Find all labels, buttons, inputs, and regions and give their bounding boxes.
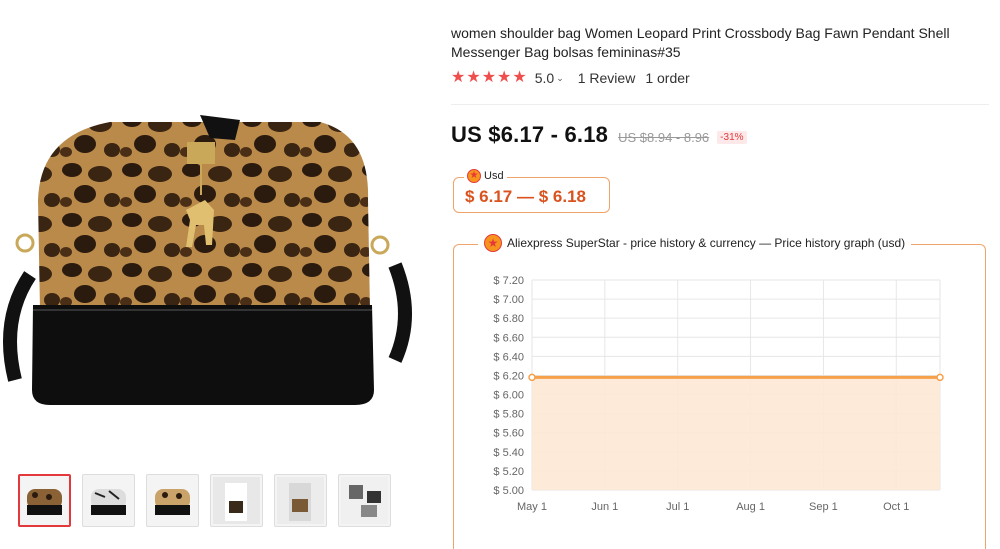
review-count-link[interactable]: 1 Review — [578, 70, 636, 86]
product-title: women shoulder bag Women Leopard Print C… — [451, 25, 950, 60]
price-point — [936, 373, 944, 382]
thumbnail-leopard-bag-2[interactable] — [146, 474, 199, 527]
thumbnail-leopard-bag[interactable] — [18, 474, 71, 527]
star-icon: ★ — [451, 69, 466, 86]
superstar-badge-icon: ★ — [467, 169, 481, 183]
y-tick-label: $ 5.60 — [493, 428, 524, 440]
price-history-panel: ★ Aliexpress SuperStar - price history &… — [453, 234, 987, 549]
thumbnail-strip — [18, 474, 391, 527]
order-count: 1 order — [645, 70, 690, 86]
currency-price-box: ★ Usd $ 6.17 — $ 6.18 — [453, 169, 610, 213]
x-tick-label: Jun 1 — [591, 501, 618, 513]
original-price: US $8.94 - 8.96 — [618, 130, 710, 145]
current-price: US $6.17 - 6.18 — [451, 122, 609, 147]
x-tick-label: Sep 1 — [809, 501, 838, 513]
star-icon: ★ — [466, 69, 481, 86]
y-tick-label: $ 5.40 — [493, 447, 524, 459]
star-icon: ★ — [497, 69, 512, 86]
currency-price-range: $ 6.17 — $ 6.18 — [465, 187, 586, 206]
y-tick-label: $ 6.20 — [493, 370, 524, 382]
y-tick-label: $ 5.20 — [493, 466, 524, 478]
price-point — [528, 373, 536, 382]
x-tick-label: Aug 1 — [736, 501, 765, 513]
star-rating: ★ ★ ★ ★ ★ — [451, 70, 527, 86]
rating-row: ★ ★ ★ ★ ★ 5.0 ⌄ 1 Review 1 order — [451, 70, 690, 87]
chevron-down-icon[interactable]: ⌄ — [556, 73, 564, 84]
leopard-bag-image — [3, 115, 412, 405]
currency-label-text: Usd — [484, 170, 504, 182]
y-tick-label: $ 6.60 — [493, 332, 524, 344]
price-history-chart[interactable]: $ 7.20 $ 7.00 $ 6.80 $ 6.60 $ 6.40 $ 6.20 $ 6.… — [454, 245, 987, 549]
y-tick-label: $ 6.40 — [493, 351, 524, 363]
thumbnail-model-bag-2[interactable] — [274, 474, 327, 527]
x-tick-label: Oct 1 — [883, 501, 909, 513]
y-tick-label: $ 5.80 — [493, 409, 524, 421]
x-tick-label: May 1 — [517, 501, 547, 513]
y-tick-label: $ 7.20 — [493, 275, 524, 287]
currency-label: ★ Usd — [464, 169, 507, 183]
y-tick-label: $ 6.80 — [493, 313, 524, 325]
y-tick-label: $ 7.00 — [493, 294, 524, 306]
rating-value[interactable]: 5.0 — [535, 70, 554, 86]
discount-badge: -31% — [717, 131, 747, 144]
thumbnail-zebra-bag[interactable] — [82, 474, 135, 527]
x-tick-label: Jul 1 — [666, 501, 689, 513]
y-tick-label: $ 5.00 — [493, 485, 524, 497]
y-tick-label: $ 6.00 — [493, 390, 524, 402]
main-product-image[interactable] — [0, 60, 430, 420]
thumbnail-model-bag-1[interactable] — [210, 474, 263, 527]
star-icon: ★ — [481, 69, 497, 86]
thumbnail-bag-variants[interactable] — [338, 474, 391, 527]
star-icon: ★ — [512, 69, 527, 86]
price-row: US $6.17 - 6.18 US $8.94 - 8.96 -31% — [451, 122, 747, 148]
divider — [451, 104, 989, 105]
price-area — [532, 377, 940, 490]
